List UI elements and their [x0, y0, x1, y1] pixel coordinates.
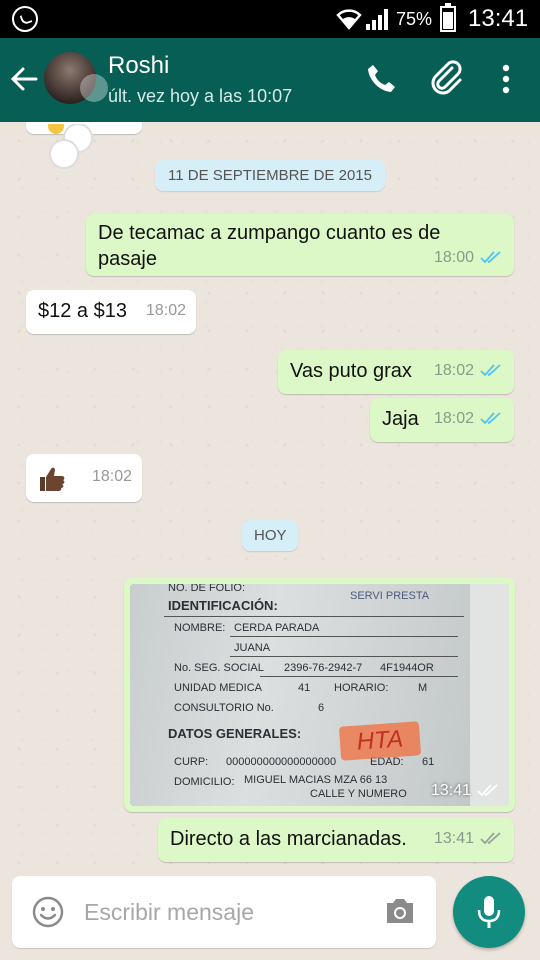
message-bubble-incoming[interactable]: $12 a $13 18:02	[26, 290, 196, 334]
date-divider: HOY	[242, 520, 298, 551]
mic-button[interactable]	[453, 876, 525, 948]
doc-text: 61	[422, 756, 435, 768]
message-meta: 13:41	[431, 782, 499, 800]
thumbs-up-icon	[40, 467, 65, 491]
read-ticks-icon	[480, 364, 501, 377]
message-bubble-outgoing[interactable]: De tecamac a zumpango cuanto es de pasaj…	[86, 214, 514, 276]
message-bubble-outgoing[interactable]: Vas puto grax 18:02	[278, 350, 514, 394]
emoji-sticker-icon	[48, 124, 93, 169]
doc-text: 2396-76-2942-7	[284, 662, 363, 674]
message-time: 13:41	[433, 830, 474, 847]
doc-edge	[470, 584, 509, 806]
image-message-bubble[interactable]: NO. DE FOLIO: IDENTIFICACIÓN: NOMBRE: CE…	[124, 578, 515, 812]
message-time: 18:02	[145, 302, 186, 319]
doc-text: 41	[298, 682, 311, 694]
doc-text: M	[418, 682, 428, 694]
back-arrow-icon[interactable]	[10, 64, 38, 94]
doc-text: UNIDAD MEDICA	[174, 682, 263, 694]
doc-text: JUANA	[234, 642, 271, 654]
doc-text: HORARIO:	[334, 682, 389, 694]
message-bubble-incoming[interactable]: 👍 18:02	[26, 454, 142, 502]
message-bubble-outgoing[interactable]: Jaja 18:02	[370, 398, 514, 442]
delivered-ticks-icon	[477, 784, 498, 797]
message-time: 18:02	[91, 468, 132, 485]
document-photo: NO. DE FOLIO: IDENTIFICACIÓN: NOMBRE: CE…	[130, 584, 470, 806]
message-composer	[0, 866, 540, 960]
message-meta: 18:02	[434, 358, 502, 384]
doc-text: SERVI PRESTA	[350, 590, 430, 602]
message-bubble-outgoing[interactable]: Directo a las marcianadas. 13:41	[158, 818, 514, 862]
doc-text: 4F1944OR	[380, 662, 434, 674]
message-meta: 18:02	[434, 406, 502, 432]
status-bar: 75% 13:41	[0, 0, 540, 38]
doc-text: 6	[318, 702, 325, 714]
message-meta: 18:00	[434, 245, 502, 271]
message-input-box[interactable]	[12, 876, 436, 948]
doc-text: 000000000000000000	[226, 756, 337, 768]
doc-text: No. SEG. SOCIAL	[174, 662, 264, 674]
message-photo[interactable]: NO. DE FOLIO: IDENTIFICACIÓN: NOMBRE: CE…	[130, 584, 509, 806]
signal-icon	[366, 9, 388, 30]
message-time: 13:41	[430, 782, 471, 799]
doc-text: MIGUEL MACIAS MZA 66 13	[244, 774, 388, 786]
doc-stamp: HTA	[338, 721, 422, 761]
message-meta: 13:41	[434, 826, 502, 852]
phone-icon[interactable]	[366, 62, 396, 94]
doc-heading: DATOS GENERALES:	[168, 726, 302, 741]
paperclip-icon[interactable]	[430, 60, 464, 96]
message-time: 11:45	[92, 122, 131, 130]
emoji-icon[interactable]	[32, 896, 64, 928]
doc-text: CALLE Y NUMERO	[310, 788, 407, 800]
message-time: 18:02	[433, 362, 474, 379]
doc-text: CURP:	[174, 756, 209, 768]
message-text: De tecamac a zumpango cuanto es de pasaj…	[98, 222, 441, 270]
camera-icon[interactable]	[384, 896, 416, 926]
doc-heading: IDENTIFICACIÓN:	[168, 598, 278, 613]
avatar-overlay	[80, 74, 108, 102]
chat-header: Roshi últ. vez hoy a las 10:07	[0, 38, 540, 122]
battery-icon	[440, 3, 456, 32]
date-divider: 11 DE SEPTIEMBRE DE 2015	[155, 160, 385, 191]
delivered-ticks-icon	[480, 832, 501, 845]
doc-text: NOMBRE:	[174, 622, 226, 634]
message-time: 18:00	[433, 249, 474, 266]
more-vert-icon[interactable]	[500, 64, 512, 94]
battery-percent: 75%	[396, 9, 433, 29]
doc-text: CONSULTORIO No.	[174, 702, 274, 714]
last-seen: últ. vez hoy a las 10:07	[108, 86, 293, 106]
status-time: 13:41	[468, 5, 529, 32]
message-time: 18:02	[433, 410, 474, 427]
wifi-icon	[336, 9, 362, 30]
doc-text: DOMICILIO:	[174, 776, 235, 788]
doc-text: NO. DE FOLIO:	[168, 584, 246, 594]
whatsapp-icon	[12, 6, 38, 32]
message-input[interactable]	[84, 896, 364, 928]
read-ticks-icon	[480, 412, 501, 425]
contact-name[interactable]: Roshi	[108, 52, 169, 80]
read-ticks-icon	[480, 251, 501, 264]
mic-icon	[477, 896, 501, 928]
chat-area[interactable]: 11:45 11 DE SEPTIEMBRE DE 2015 De tecama…	[0, 122, 540, 866]
doc-text: CERDA PARADA	[234, 622, 320, 634]
